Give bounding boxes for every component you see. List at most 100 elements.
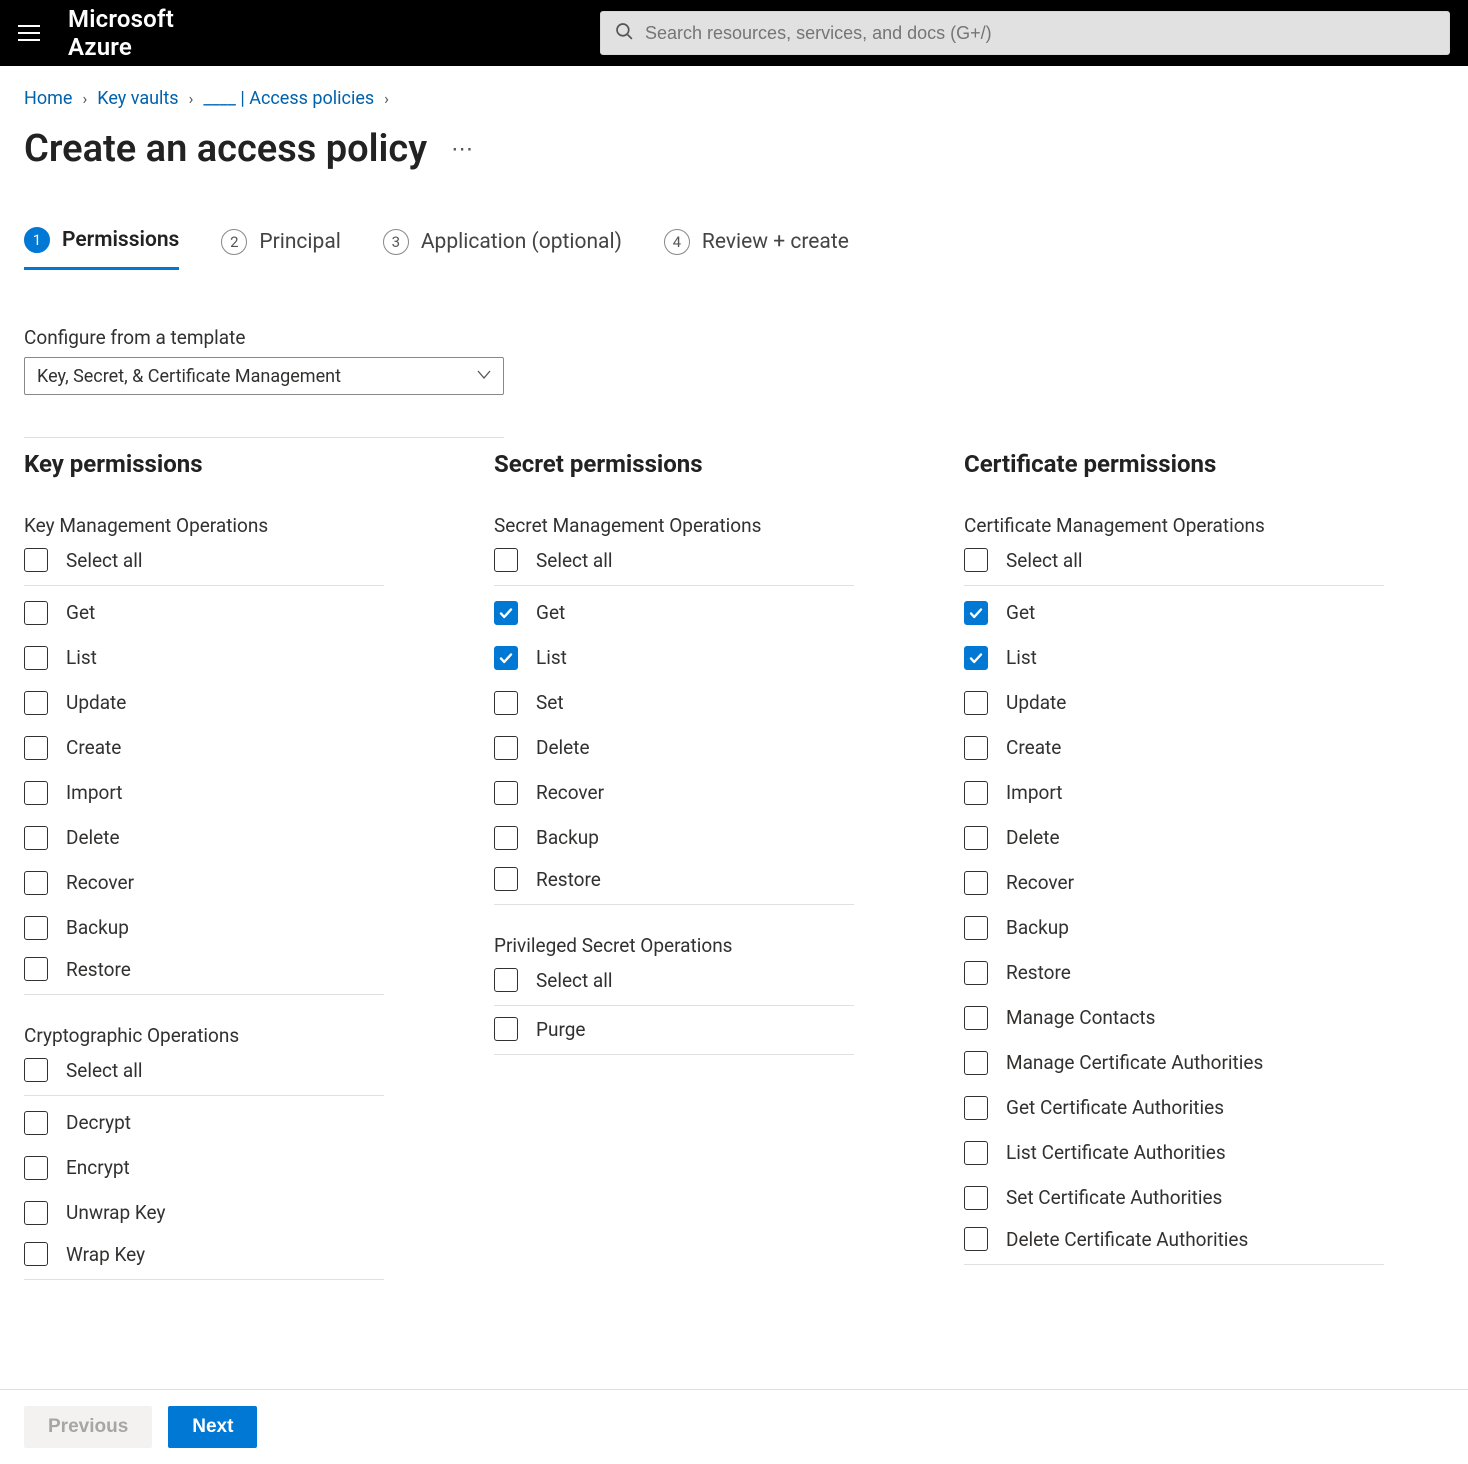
checkbox-cert-0-5[interactable] [964,826,988,850]
global-search[interactable] [600,11,1450,55]
checkbox-label[interactable]: Update [1006,691,1066,714]
checkbox-label[interactable]: Delete [66,826,120,849]
checkbox-label[interactable]: Restore [1006,961,1071,984]
checkbox-label[interactable]: Delete Certificate Authorities [1006,1228,1248,1251]
checkbox-cert-0-12[interactable] [964,1141,988,1165]
checkbox-label[interactable]: Update [66,691,126,714]
checkbox-label[interactable]: Decrypt [66,1111,131,1134]
checkbox-key-0-0[interactable] [24,601,48,625]
more-actions-icon[interactable]: ⋯ [451,137,475,162]
checkbox-cert-0-6[interactable] [964,871,988,895]
checkbox-secret-0-5[interactable] [494,826,518,850]
breadcrumb-home[interactable]: Home [24,88,72,109]
checkbox-key-1-3[interactable] [24,1242,48,1266]
tab-permissions[interactable]: 1Permissions [24,227,179,270]
checkbox-label[interactable]: Manage Contacts [1006,1006,1155,1029]
checkbox-cert-0-13[interactable] [964,1186,988,1210]
checkbox-label[interactable]: Select all [1006,549,1083,572]
checkbox-label[interactable]: List [66,646,97,669]
tab-review-create[interactable]: 4Review + create [664,227,849,270]
checkbox-label[interactable]: Select all [536,969,613,992]
checkbox-label[interactable]: Encrypt [66,1156,130,1179]
group-label: Secret Management Operations [494,514,854,537]
checkbox-label[interactable]: List Certificate Authorities [1006,1141,1226,1164]
checkbox-label[interactable]: Select all [66,549,143,572]
checkbox-label[interactable]: Import [66,781,122,804]
checkbox-secret-0-2[interactable] [494,691,518,715]
checkbox-label[interactable]: Get [536,601,565,624]
checkbox-label[interactable]: Set Certificate Authorities [1006,1186,1222,1209]
checkbox-key-0-1[interactable] [24,646,48,670]
checkbox-key-0-4[interactable] [24,781,48,805]
checkbox-cert-0-10[interactable] [964,1051,988,1075]
menu-icon[interactable] [18,25,40,41]
checkbox-key-0-7[interactable] [24,916,48,940]
checkbox-label[interactable]: Set [536,691,564,714]
checkbox-cert-0-4[interactable] [964,781,988,805]
checkbox-cert-0-11[interactable] [964,1096,988,1120]
checkbox-key-0-selectall[interactable] [24,548,48,572]
checkbox-label[interactable]: Get Certificate Authorities [1006,1096,1224,1119]
next-button[interactable]: Next [168,1406,257,1448]
checkbox-secret-0-4[interactable] [494,781,518,805]
breadcrumb-accesspolicies[interactable]: ____ | Access policies [203,88,374,109]
checkbox-label[interactable]: Backup [1006,916,1069,939]
checkbox-label[interactable]: Import [1006,781,1062,804]
checkbox-label[interactable]: Get [66,601,95,624]
checkbox-key-0-5[interactable] [24,826,48,850]
checkbox-key-1-2[interactable] [24,1201,48,1225]
checkbox-secret-0-selectall[interactable] [494,548,518,572]
checkbox-label[interactable]: Create [66,736,121,759]
checkbox-label[interactable]: Unwrap Key [66,1201,166,1224]
checkbox-label[interactable]: Select all [66,1059,143,1082]
checkbox-cert-0-8[interactable] [964,961,988,985]
checkbox-secret-0-1[interactable] [494,646,518,670]
checkbox-label[interactable]: Backup [536,826,599,849]
checkbox-key-1-0[interactable] [24,1111,48,1135]
checkbox-label[interactable]: Recover [66,871,134,894]
checkbox-label[interactable]: Get [1006,601,1035,624]
checkbox-cert-0-7[interactable] [964,916,988,940]
checkbox-label[interactable]: List [536,646,567,669]
search-input[interactable] [645,23,1435,44]
checkbox-label[interactable]: Delete [1006,826,1060,849]
checkbox-label[interactable]: List [1006,646,1037,669]
checkbox-row-key-0-3: Create [24,725,384,770]
checkbox-cert-0-3[interactable] [964,736,988,760]
checkbox-secret-0-6[interactable] [494,867,518,891]
checkbox-label[interactable]: Select all [536,549,613,572]
checkbox-label[interactable]: Create [1006,736,1061,759]
checkbox-key-0-3[interactable] [24,736,48,760]
template-select[interactable]: Key, Secret, & Certificate Management [24,357,504,395]
checkbox-key-0-2[interactable] [24,691,48,715]
breadcrumb-keyvaults[interactable]: Key vaults [97,88,178,109]
checkbox-cert-0-1[interactable] [964,646,988,670]
tab-label: Application (optional) [421,230,622,254]
checkbox-key-0-8[interactable] [24,957,48,981]
checkbox-secret-1-selectall[interactable] [494,968,518,992]
checkbox-cert-0-selectall[interactable] [964,548,988,572]
checkbox-key-1-selectall[interactable] [24,1058,48,1082]
checkbox-label[interactable]: Wrap Key [66,1243,145,1266]
checkbox-key-1-1[interactable] [24,1156,48,1180]
checkbox-cert-0-2[interactable] [964,691,988,715]
checkbox-label[interactable]: Recover [1006,871,1074,894]
checkbox-key-0-6[interactable] [24,871,48,895]
checkbox-label[interactable]: Delete [536,736,590,759]
tab-application-optional-[interactable]: 3Application (optional) [383,227,622,270]
checkbox-cert-0-14[interactable] [964,1227,988,1251]
checkbox-secret-0-3[interactable] [494,736,518,760]
checkbox-label[interactable]: Manage Certificate Authorities [1006,1051,1263,1074]
checkbox-label[interactable]: Restore [66,958,131,981]
checkbox-label[interactable]: Purge [536,1018,585,1041]
checkbox-label[interactable]: Backup [66,916,129,939]
checkbox-cert-0-0[interactable] [964,601,988,625]
checkbox-secret-0-0[interactable] [494,601,518,625]
checkbox-row-cert-0-10: Manage Certificate Authorities [964,1040,1384,1085]
column-heading: Secret permissions [494,450,854,478]
checkbox-label[interactable]: Restore [536,868,601,891]
tab-principal[interactable]: 2Principal [221,227,341,270]
checkbox-label[interactable]: Recover [536,781,604,804]
checkbox-secret-1-0[interactable] [494,1017,518,1041]
checkbox-cert-0-9[interactable] [964,1006,988,1030]
